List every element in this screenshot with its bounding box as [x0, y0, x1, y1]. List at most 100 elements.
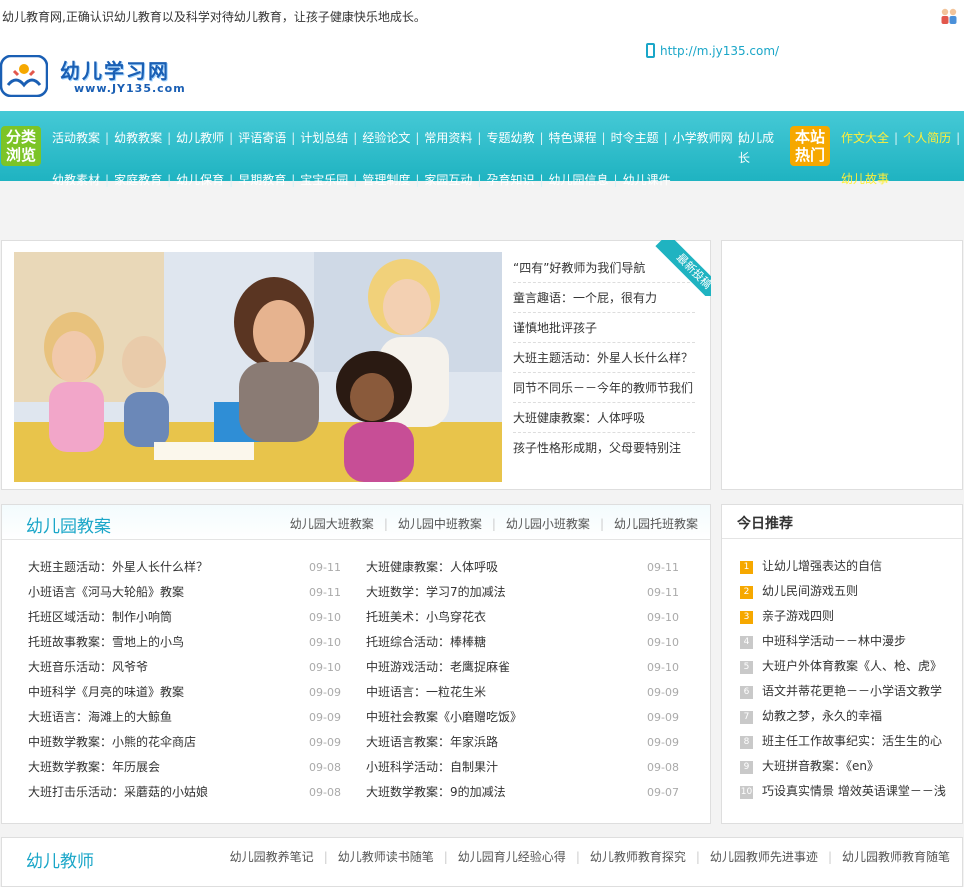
list-item[interactable]: 中班语言：一粒花生米 09-09 [366, 680, 679, 705]
nav-item-2[interactable]: 幼教教案 [114, 129, 162, 146]
latest-article-link[interactable]: 大班主题活动：外星人长什么样？ [513, 343, 695, 373]
teacher-tab-1[interactable]: 幼儿园教养笔记 [230, 850, 314, 864]
recommend-title-link[interactable]: 幼儿民间游戏五则 [762, 584, 858, 598]
list-item[interactable]: 中班社会教案《小磨赠吃饭》 09-09 [366, 705, 679, 730]
list-item[interactable]: 大班语言：海滩上的大鲸鱼 09-09 [28, 705, 341, 730]
article-title[interactable]: 中班社会教案《小磨赠吃饭》 [366, 710, 522, 724]
article-title[interactable]: 托班区域活动：制作小响筒 [28, 610, 172, 624]
recommend-item[interactable]: 5 大班户外体育教案《人、枪、虎》 [740, 654, 962, 679]
list-item[interactable]: 小班语言《河马大轮船》教案 09-11 [28, 580, 341, 605]
nav-item-row2-1[interactable]: 幼教素材 [52, 171, 100, 188]
recommend-title-link[interactable]: 幼教之梦，永久的幸福 [762, 709, 882, 723]
latest-article-link[interactable]: 谨慎地批评孩子 [513, 313, 695, 343]
list-item[interactable]: 托班故事教案：雪地上的小鸟 09-10 [28, 630, 341, 655]
teacher-tab-3[interactable]: 幼儿园育儿经验心得 [458, 850, 566, 864]
article-title[interactable]: 中班语言：一粒花生米 [366, 685, 486, 699]
recommend-item[interactable]: 2 幼儿民间游戏五则 [740, 579, 962, 604]
list-item[interactable]: 大班数学教案：年历展会 09-08 [28, 755, 341, 780]
nav-item-5[interactable]: 计划总结 [300, 129, 348, 146]
hot-link-2[interactable]: 个人简历 [903, 131, 951, 145]
recommend-item[interactable]: 3 亲子游戏四则 [740, 604, 962, 629]
latest-article-link[interactable]: 同节不同乐－－今年的教师节我们 [513, 373, 695, 403]
article-title[interactable]: 大班语言教案：年家浜路 [366, 735, 498, 749]
article-title[interactable]: 中班数学教案：小熊的花伞商店 [28, 735, 196, 749]
nav-item-row2-7[interactable]: 家园互动 [424, 171, 472, 188]
teacher-tab-4[interactable]: 幼儿教师教育探究 [590, 850, 686, 864]
nav-item-row2-9[interactable]: 幼儿园信息 [549, 171, 609, 188]
nav-item-row2-3[interactable]: 幼儿保育 [176, 171, 224, 188]
classroom-photo[interactable] [14, 252, 502, 482]
article-title[interactable]: 托班综合活动：棒棒糖 [366, 635, 486, 649]
nav-item-1[interactable]: 活动教案 [52, 129, 100, 146]
list-item[interactable]: 大班打击乐活动：采蘑菇的小姑娘 09-08 [28, 780, 341, 805]
nav-item-4[interactable]: 评语寄语 [238, 129, 286, 146]
list-item[interactable]: 中班游戏活动：老鹰捉麻雀 09-10 [366, 655, 679, 680]
list-item[interactable]: 大班主题活动：外星人长什么样？ 09-11 [28, 555, 341, 580]
article-title[interactable]: 大班语言：海滩上的大鲸鱼 [28, 710, 172, 724]
recommend-title-link[interactable]: 大班户外体育教案《人、枪、虎》 [762, 659, 942, 673]
lesson-tab-1[interactable]: 幼儿园大班教案 [290, 517, 374, 531]
recommend-title-link[interactable]: 大班拼音教案：《en》 [762, 759, 879, 773]
teacher-tab-6[interactable]: 幼儿园教师教育随笔 [842, 850, 950, 864]
recommend-title-link[interactable]: 亲子游戏四则 [762, 609, 834, 623]
lesson-tab-2[interactable]: 幼儿园中班教案 [398, 517, 482, 531]
list-item[interactable]: 大班健康教案：人体呼吸 09-11 [366, 555, 679, 580]
latest-article-link[interactable]: 孩子性格形成期，父母要特别注 [513, 433, 695, 463]
list-item[interactable]: 大班数学教案：9的加减法 09-07 [366, 780, 679, 805]
article-title[interactable]: 托班故事教案：雪地上的小鸟 [28, 635, 184, 649]
site-logo[interactable]: 幼儿学习网 www.JY135.com [0, 53, 210, 101]
people-icon[interactable] [940, 8, 958, 24]
list-item[interactable]: 中班数学教案：小熊的花伞商店 09-09 [28, 730, 341, 755]
list-item[interactable]: 托班美术：小鸟穿花衣 09-10 [366, 605, 679, 630]
article-title[interactable]: 中班科学《月亮的味道》教案 [28, 685, 184, 699]
article-title[interactable]: 小班语言《河马大轮船》教案 [28, 585, 184, 599]
list-item[interactable]: 中班科学《月亮的味道》教案 09-09 [28, 680, 341, 705]
recommend-title-link[interactable]: 中班科学活动－－林中漫步 [762, 634, 906, 648]
article-title[interactable]: 大班数学教案：9的加减法 [366, 785, 506, 799]
nav-item-row2-5[interactable]: 宝宝乐园 [300, 171, 348, 188]
nav-item-8[interactable]: 专题幼教 [486, 129, 534, 146]
nav-item-9[interactable]: 特色课程 [549, 129, 597, 146]
recommend-title-link[interactable]: 巧设真实情景 增效英语课堂－－浅 [762, 784, 946, 798]
list-item[interactable]: 大班音乐活动：风爷爷 09-10 [28, 655, 341, 680]
list-item[interactable]: 托班综合活动：棒棒糖 09-10 [366, 630, 679, 655]
list-item[interactable]: 小班科学活动：自制果汁 09-08 [366, 755, 679, 780]
latest-article-link[interactable]: 大班健康教案：人体呼吸 [513, 403, 695, 433]
list-item[interactable]: 托班区域活动：制作小响筒 09-10 [28, 605, 341, 630]
nav-item-7[interactable]: 常用资料 [424, 129, 472, 146]
list-item[interactable]: 大班语言教案：年家浜路 09-09 [366, 730, 679, 755]
recommend-item[interactable]: 9 大班拼音教案：《en》 [740, 754, 962, 779]
article-title[interactable]: 大班数学：学习7的加减法 [366, 585, 506, 599]
recommend-title-link[interactable]: 班主任工作故事纪实：活生生的心 [762, 734, 942, 748]
nav-item-growth[interactable]: 幼儿成长 [738, 128, 780, 168]
nav-item-6[interactable]: 经验论文 [362, 129, 410, 146]
article-title[interactable]: 大班健康教案：人体呼吸 [366, 560, 498, 574]
list-item[interactable]: 大班数学：学习7的加减法 09-11 [366, 580, 679, 605]
nav-item-11[interactable]: 小学教师网 [673, 129, 733, 146]
nav-item-10[interactable]: 时令主题 [611, 129, 659, 146]
hot-link-1[interactable]: 作文大全 [841, 131, 889, 145]
teacher-tab-2[interactable]: 幼儿教师读书随笔 [338, 850, 434, 864]
recommend-item[interactable]: 10 巧设真实情景 增效英语课堂－－浅 [740, 779, 962, 804]
nav-item-row2-4[interactable]: 早期教育 [238, 171, 286, 188]
teacher-tab-5[interactable]: 幼儿园教师先进事迹 [710, 850, 818, 864]
hot-link-stories[interactable]: 幼儿故事 [841, 169, 889, 189]
recommend-item[interactable]: 7 幼教之梦，永久的幸福 [740, 704, 962, 729]
nav-item-row2-2[interactable]: 家庭教育 [114, 171, 162, 188]
article-title[interactable]: 大班主题活动：外星人长什么样？ [28, 560, 208, 574]
article-title[interactable]: 大班音乐活动：风爷爷 [28, 660, 148, 674]
lesson-tab-3[interactable]: 幼儿园小班教案 [506, 517, 590, 531]
article-title[interactable]: 大班数学教案：年历展会 [28, 760, 160, 774]
recommend-title-link[interactable]: 让幼儿增强表达的自信 [762, 559, 882, 573]
nav-item-row2-10[interactable]: 幼儿课件 [623, 171, 671, 188]
recommend-item[interactable]: 1 让幼儿增强表达的自信 [740, 554, 962, 579]
article-title[interactable]: 托班美术：小鸟穿花衣 [366, 610, 486, 624]
recommend-item[interactable]: 8 班主任工作故事纪实：活生生的心 [740, 729, 962, 754]
mobile-site-link[interactable]: http://m.jy135.com/ [646, 43, 779, 58]
nav-item-row2-8[interactable]: 孕育知识 [486, 171, 534, 188]
article-title[interactable]: 中班游戏活动：老鹰捉麻雀 [366, 660, 510, 674]
nav-item-3[interactable]: 幼儿教师 [176, 129, 224, 146]
recommend-title-link[interactable]: 语文并蒂花更艳－－小学语文教学 [762, 684, 942, 698]
recommend-item[interactable]: 4 中班科学活动－－林中漫步 [740, 629, 962, 654]
article-title[interactable]: 小班科学活动：自制果汁 [366, 760, 498, 774]
